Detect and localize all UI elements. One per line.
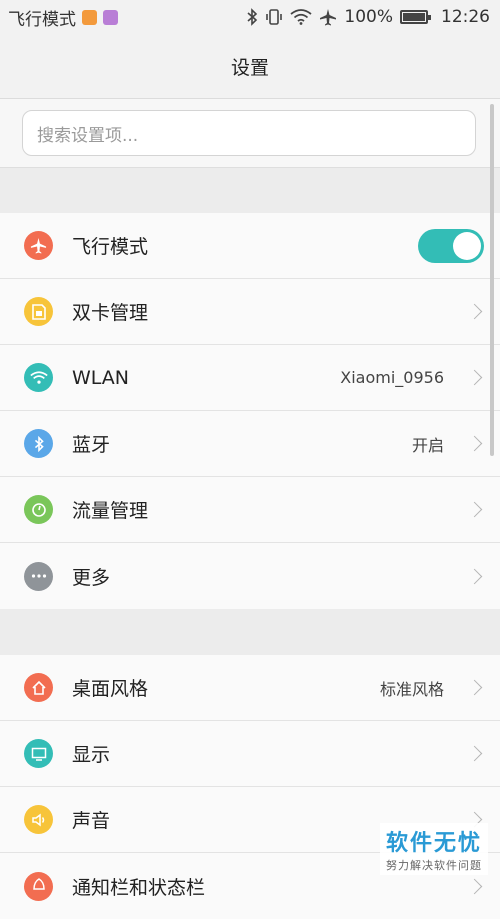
row-more[interactable]: 更多 (0, 543, 500, 609)
bluetooth-status: 开启 (411, 435, 444, 455)
chevron-right-icon (466, 501, 483, 518)
airplane-status-icon (319, 8, 337, 26)
scrollbar[interactable] (490, 104, 494, 456)
chevron-right-icon (466, 369, 483, 386)
settings-section-network: 飞行模式 双卡管理 WLAN Xiaomi_0956 蓝牙 开启 流量管理 更多 (0, 213, 500, 609)
display-icon (24, 739, 53, 768)
wifi-icon (24, 363, 53, 392)
bluetooth-icon (24, 429, 53, 458)
search-placeholder: 搜索设置项... (37, 125, 139, 146)
watermark-title: 软件无忧 (385, 831, 482, 856)
row-label: 飞行模式 (72, 236, 149, 258)
row-label: 更多 (72, 566, 111, 589)
settings-section-device: 桌面风格 标准风格 显示 声音 通知栏和状态栏 (0, 655, 500, 919)
status-bar: 飞行模式 100% 12:26 (0, 0, 500, 34)
page-title: 设置 (230, 56, 269, 79)
chevron-right-icon (466, 745, 483, 762)
row-label: WLAN (72, 366, 130, 389)
section-divider (0, 609, 500, 655)
airplane-icon (24, 231, 53, 260)
battery-icon (400, 10, 431, 24)
watermark: 软件无忧 努力解决软件问题 (379, 823, 488, 875)
chevron-right-icon (466, 679, 483, 696)
bluetooth-status-icon (246, 8, 258, 26)
row-dual-sim[interactable]: 双卡管理 (0, 279, 500, 345)
row-display[interactable]: 显示 (0, 721, 500, 787)
notification-icon (24, 871, 53, 901)
sim-card-icon (24, 297, 53, 326)
data-usage-icon (24, 495, 53, 524)
row-label: 流量管理 (72, 500, 149, 522)
row-bluetooth[interactable]: 蓝牙 开启 (0, 411, 500, 477)
airplane-mode-text: 飞行模式 (8, 9, 76, 30)
gallery-notification-icon (103, 9, 118, 25)
more-icon (24, 561, 53, 591)
watermark-subtitle: 努力解决软件问题 (385, 859, 482, 872)
row-label: 通知栏和状态栏 (72, 876, 206, 899)
row-desktop-style[interactable]: 桌面风格 标准风格 (0, 655, 500, 721)
wifi-status-icon (290, 9, 312, 25)
row-label: 蓝牙 (72, 434, 111, 456)
speaker-icon (24, 805, 53, 834)
row-data-usage[interactable]: 流量管理 (0, 477, 500, 543)
desktop-style-value: 标准风格 (379, 679, 444, 699)
row-label: 声音 (72, 810, 111, 832)
chevron-right-icon (466, 435, 483, 452)
battery-percent: 100% (344, 7, 393, 27)
chevron-right-icon (466, 303, 483, 320)
row-label: 桌面风格 (72, 678, 149, 700)
airplane-mode-toggle[interactable] (418, 228, 484, 263)
search-input[interactable]: 搜索设置项... (22, 110, 476, 156)
row-airplane-mode[interactable]: 飞行模式 (0, 213, 500, 279)
title-bar: 设置 (0, 34, 500, 99)
row-label: 显示 (72, 744, 111, 766)
chevron-right-icon (466, 568, 483, 584)
vibrate-icon (265, 8, 283, 26)
clock: 12:26 (441, 7, 490, 27)
wlan-network-name: Xiaomi_0956 (340, 368, 444, 387)
chevron-right-icon (466, 878, 483, 894)
row-label: 双卡管理 (72, 302, 149, 324)
app-notification-icon (82, 9, 97, 25)
section-divider (0, 168, 500, 213)
search-area: 搜索设置项... (0, 99, 500, 168)
row-wlan[interactable]: WLAN Xiaomi_0956 (0, 345, 500, 411)
home-icon (24, 673, 53, 702)
